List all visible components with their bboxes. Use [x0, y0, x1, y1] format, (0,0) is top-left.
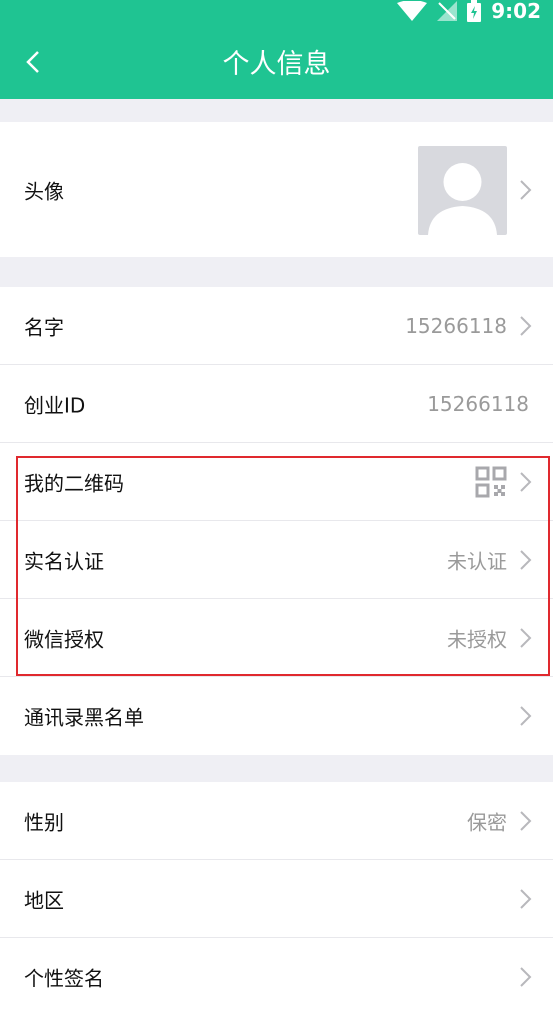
avatar-label: 头像	[24, 179, 64, 203]
chevron-right-icon	[520, 179, 532, 200]
battery-charging-icon	[467, 0, 482, 22]
chevron-right-icon	[520, 315, 532, 336]
info-group: 名字 15266118 创业ID 15266118 我的二维码 实名认证 未认证…	[0, 287, 553, 755]
item-label: 创业ID	[24, 393, 86, 417]
chevron-right-icon	[520, 967, 532, 987]
chevron-right-icon	[520, 706, 532, 726]
status-bar: 9:02	[397, 0, 541, 23]
page-title: 个人信息	[222, 49, 331, 80]
item-label: 实名认证	[24, 549, 104, 573]
list-item-gender[interactable]: 性别 保密	[0, 782, 553, 860]
app-header: 9:02 个人信息	[0, 0, 553, 99]
item-value: 未认证	[447, 549, 507, 573]
item-value: 保密	[467, 810, 507, 834]
qr-code-icon	[475, 466, 507, 497]
list-item-region[interactable]: 地区	[0, 860, 553, 938]
status-time: 9:02	[491, 0, 541, 23]
chevron-right-icon	[520, 888, 532, 909]
list-item-verification[interactable]: 实名认证 未认证	[0, 521, 553, 599]
avatar-group: 头像	[0, 122, 553, 257]
nav-bar: 个人信息	[0, 30, 553, 94]
item-label: 地区	[24, 888, 64, 912]
list-item-id: 创业ID 15266118	[0, 365, 553, 443]
personal-group: 性别 保密 地区 个性签名	[0, 782, 553, 1016]
chevron-right-icon	[520, 549, 532, 570]
list-item-blacklist[interactable]: 通讯录黑名单	[0, 677, 553, 755]
list-item-qr-code[interactable]: 我的二维码	[0, 443, 553, 521]
item-label: 我的二维码	[24, 471, 124, 495]
item-label: 微信授权	[24, 627, 104, 651]
item-label: 个性签名	[24, 966, 104, 991]
list-item-name[interactable]: 名字 15266118	[0, 287, 553, 365]
item-label: 通讯录黑名单	[24, 705, 144, 730]
item-value: 15266118	[405, 313, 507, 338]
chevron-right-icon	[520, 810, 532, 831]
avatar[interactable]	[418, 146, 507, 235]
item-label: 名字	[24, 315, 64, 339]
wifi-icon	[397, 1, 428, 21]
item-label: 性别	[24, 810, 64, 834]
chevron-right-icon	[520, 471, 532, 492]
default-avatar-icon	[428, 163, 497, 235]
item-value: 15266118	[427, 391, 529, 416]
item-value: 未授权	[447, 627, 507, 651]
no-signal-icon	[437, 1, 458, 21]
list-item-wechat-auth[interactable]: 微信授权 未授权	[0, 599, 553, 677]
list-item-signature[interactable]: 个性签名	[0, 938, 553, 1016]
chevron-right-icon	[520, 627, 532, 648]
avatar-row[interactable]: 头像	[0, 122, 553, 257]
